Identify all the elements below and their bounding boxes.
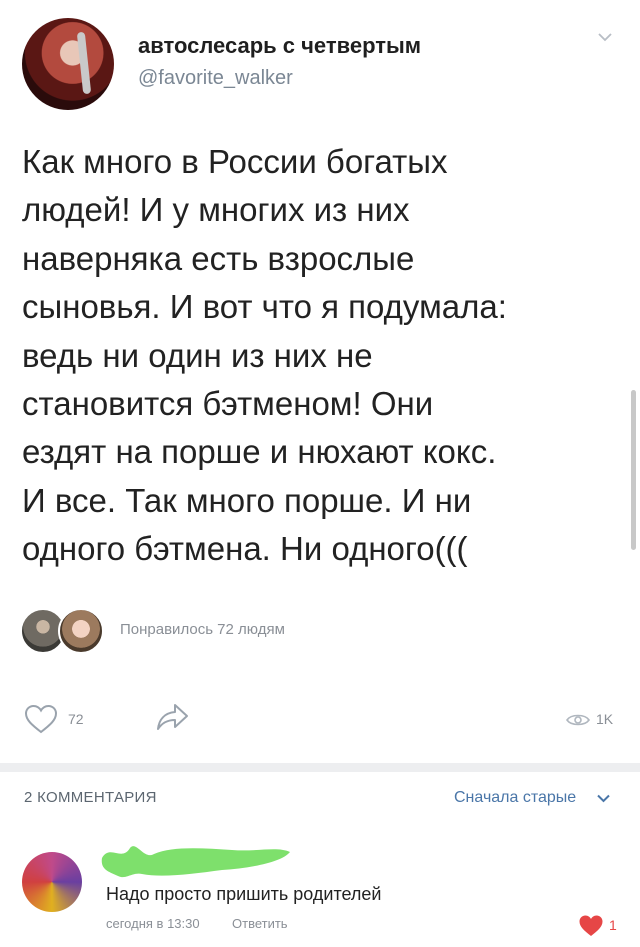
censor-scribble — [101, 846, 290, 878]
comment-avatar[interactable] — [22, 852, 82, 912]
like-count: 72 — [68, 711, 84, 727]
share-arrow-icon[interactable] — [156, 702, 190, 732]
comment-time: сегодня в 13:30 — [106, 916, 200, 931]
sort-dropdown[interactable]: Сначала старые — [454, 789, 576, 807]
scrollbar[interactable] — [631, 390, 636, 550]
likers-text[interactable]: Понравилось 72 людям — [120, 621, 285, 638]
liker-avatar[interactable] — [58, 608, 104, 654]
comment-text: Надо просто пришить родителей — [106, 884, 382, 904]
heart-outline-icon[interactable] — [24, 704, 58, 734]
section-divider — [0, 763, 640, 772]
heart-filled-icon[interactable] — [578, 914, 604, 938]
post-text: Как много в России богатых людей! И у мн… — [22, 143, 507, 568]
author-handle[interactable]: @favorite_walker — [138, 67, 293, 90]
eye-icon — [566, 714, 590, 726]
chevron-down-icon[interactable] — [597, 794, 610, 803]
author-avatar[interactable] — [22, 18, 114, 110]
views-count: 1K — [596, 711, 614, 727]
author-name[interactable]: автослесарь с четвертым — [138, 33, 421, 59]
comment-like-count: 1 — [609, 917, 617, 933]
avatar-wrench — [76, 31, 92, 95]
comments-count: 2 КОММЕНТАРИЯ — [24, 789, 157, 806]
reply-link[interactable]: Ответить — [232, 916, 288, 931]
likers-avatars[interactable] — [20, 608, 120, 654]
chevron-down-icon[interactable] — [598, 30, 612, 44]
